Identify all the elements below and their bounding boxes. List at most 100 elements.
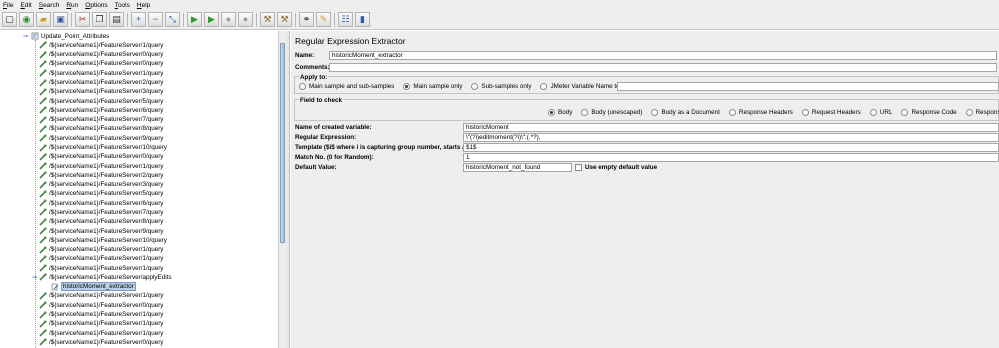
menu-options[interactable]: Options (85, 2, 107, 9)
start-no-pauses-button[interactable]: ▶ (204, 12, 219, 27)
tree-node-sampler[interactable]: /${serviceName1}/FeatureServer/9/query (39, 226, 163, 235)
radio-button[interactable] (901, 109, 909, 116)
tree-node-sampler[interactable]: /${serviceName1}/FeatureServer/0/query (39, 59, 163, 68)
field-radio-response-code[interactable]: Response Code (901, 109, 957, 116)
tree-node-extractor[interactable]: historicMoment_extractor (51, 282, 136, 292)
default-value-field[interactable]: historicMoment_not_found (463, 163, 572, 172)
tree-node-sampler[interactable]: /${serviceName1}/FeatureServer/1/query (39, 245, 163, 254)
menu-file[interactable]: File (3, 2, 14, 9)
scrollbar-thumb[interactable] (280, 43, 285, 243)
cut-button[interactable]: ✂ (75, 12, 90, 27)
apply-to-radio-sub-samples-only[interactable]: Sub-samples only (471, 83, 531, 90)
tree-node-sampler[interactable]: /${serviceName1}/FeatureServer/1/query (39, 310, 163, 319)
tree-node-sampler[interactable]: /${serviceName1}/FeatureServer/1/query (39, 41, 163, 50)
tree-node-sampler[interactable]: /${serviceName1}/FeatureServer/1/query (39, 161, 163, 170)
radio-button[interactable] (965, 109, 973, 116)
save-button[interactable]: ▣ (53, 12, 68, 27)
new-button[interactable]: ▢ (2, 12, 17, 27)
shutdown-button[interactable]: ● (238, 12, 253, 27)
menu-run[interactable]: Run (66, 2, 78, 9)
radio-button[interactable] (651, 109, 659, 116)
field-radio-body-unescaped[interactable]: Body (unescaped) (581, 109, 642, 116)
tree-node-sampler[interactable]: /${serviceName1}/FeatureServer/1/query (39, 264, 163, 273)
radio-button[interactable] (403, 83, 411, 90)
tree-node-sampler[interactable]: /${serviceName1}/FeatureServer/0/query (39, 338, 163, 347)
tree-node-sampler[interactable]: /${serviceName1}/FeatureServer/2/query (39, 78, 163, 87)
field-radio-request-headers[interactable]: Request Headers (801, 109, 861, 116)
apply-to-radio-main-sample-only[interactable]: Main sample only (403, 83, 462, 90)
tree-node-sampler[interactable]: /${serviceName1}/FeatureServer/5/query (39, 189, 163, 198)
tree-node-sampler[interactable]: /${serviceName1}/FeatureServer/0/query (39, 50, 163, 59)
clear-button[interactable]: ⚒ (260, 12, 275, 27)
stop-button[interactable]: ● (221, 12, 236, 27)
toggle-button[interactable]: ⤡ (165, 12, 180, 27)
field-radio-response-headers[interactable]: Response Headers (728, 109, 793, 116)
copy-button[interactable]: ❐ (92, 12, 107, 27)
jmeter-variable-field[interactable] (617, 82, 999, 91)
tree-node-sampler[interactable]: /${serviceName1}/FeatureServer/7/query (39, 208, 163, 217)
tree-node-sampler[interactable]: /${serviceName1}/FeatureServer/2/query (39, 171, 163, 180)
radio-button[interactable] (869, 109, 877, 116)
paste-button[interactable]: ▤ (109, 12, 124, 27)
use-empty-default-checkbox[interactable]: Use empty default value (575, 164, 657, 171)
open-button[interactable]: ▰ (36, 12, 51, 27)
tree-node-sampler[interactable]: /${serviceName1}/FeatureServer/3/query (39, 87, 163, 96)
variable-name-field[interactable]: historicMoment (463, 123, 999, 132)
tree-toggle-icon[interactable]: ⊸ (22, 33, 29, 40)
reset-search-button[interactable]: ✎ (316, 12, 331, 27)
tree-node-sampler[interactable]: /${serviceName1}/FeatureServer/1/query (39, 319, 163, 328)
radio-button[interactable] (299, 83, 306, 90)
tree-node-sampler[interactable]: /${serviceName1}/FeatureServer/8/query (39, 217, 163, 226)
help-button[interactable]: ▮ (355, 12, 370, 27)
radio-button[interactable] (540, 83, 548, 90)
tree-node-sampler[interactable]: /${serviceName1}/FeatureServer/7/query (39, 115, 163, 124)
tree-toggle-icon[interactable]: ⊸ (31, 274, 38, 281)
match-number-field[interactable]: 1 (463, 153, 999, 162)
menu-help[interactable]: Help (137, 2, 150, 9)
pane-splitter[interactable] (286, 31, 290, 348)
tree-node-controller[interactable]: ⊸ Update_Point_Attributes (23, 32, 109, 41)
test-plan-tree[interactable]: ⊸ Update_Point_Attributes/${serviceName1}… (0, 31, 286, 348)
radio-button[interactable] (471, 83, 479, 90)
name-field[interactable]: historicMoment_extractor (329, 51, 997, 60)
menu-tools[interactable]: Tools (115, 2, 130, 9)
radio-button[interactable] (581, 109, 589, 116)
tree-node-sampler[interactable]: /${serviceName1}/FeatureServer/9/query (39, 134, 163, 143)
tree-node-sampler[interactable]: /${serviceName1}/FeatureServer/1/query (39, 291, 163, 300)
apply-to-radio-main-sample-and-sub-samples[interactable]: Main sample and sub-samples (299, 83, 394, 90)
tree-node-sampler[interactable]: /${serviceName1}/FeatureServer/0/query (39, 152, 163, 161)
tree-node-sampler[interactable]: /${serviceName1}/FeatureServer/8/query (39, 124, 163, 133)
tree-node-sampler[interactable]: /${serviceName1}/FeatureServer/1/query (39, 69, 163, 78)
tree-node-sampler[interactable]: /${serviceName1}/FeatureServer/6/query (39, 199, 163, 208)
tree-node-sampler[interactable]: /${serviceName1}/FeatureServer/10/query (39, 236, 167, 245)
radio-button[interactable] (548, 109, 555, 116)
menu-search[interactable]: Search (39, 2, 60, 9)
tree-node-sampler[interactable]: /${serviceName1}/FeatureServer/5/query (39, 96, 163, 105)
templates-button[interactable]: ◉ (19, 12, 34, 27)
collapse-button[interactable]: − (148, 12, 163, 27)
field-radio-body-as-a-document[interactable]: Body as a Document (651, 109, 720, 116)
field-radio-response-message[interactable]: Response Message (965, 109, 999, 116)
tree-node-sampler[interactable]: /${serviceName1}/FeatureServer/6/query (39, 106, 163, 115)
regular-expression-field[interactable]: \"(?i)editmoment(?i)\":(.*?), (463, 133, 999, 142)
field-radio-body[interactable]: Body (548, 109, 572, 116)
menu-edit[interactable]: Edit (21, 2, 32, 9)
tree-node-sampler[interactable]: ⊸ /${serviceName1}/FeatureServer/applyEdi… (32, 273, 172, 282)
field-radio-url[interactable]: URL (869, 109, 892, 116)
tree-scrollbar[interactable] (278, 31, 286, 348)
template-field[interactable]: $1$ (463, 143, 999, 152)
clear-all-button[interactable]: ⚒ (277, 12, 292, 27)
function-helper-button[interactable]: ☷ (338, 12, 353, 27)
tree-node-sampler[interactable]: /${serviceName1}/FeatureServer/1/query (39, 328, 163, 337)
radio-button[interactable] (801, 109, 809, 116)
tree-node-sampler[interactable]: /${serviceName1}/FeatureServer/1/query (39, 254, 163, 263)
tree-node-sampler[interactable]: /${serviceName1}/FeatureServer/3/query (39, 180, 163, 189)
start-button[interactable]: ▶ (187, 12, 202, 27)
radio-button[interactable] (728, 109, 736, 116)
tree-node-sampler[interactable]: /${serviceName1}/FeatureServer/0/query (39, 301, 163, 310)
checkbox-box[interactable] (575, 164, 582, 171)
comments-field[interactable] (329, 63, 997, 72)
expand-button[interactable]: + (131, 12, 146, 27)
tree-node-sampler[interactable]: /${serviceName1}/FeatureServer/10/query (39, 143, 167, 152)
search-button[interactable]: ⚭ (299, 12, 314, 27)
